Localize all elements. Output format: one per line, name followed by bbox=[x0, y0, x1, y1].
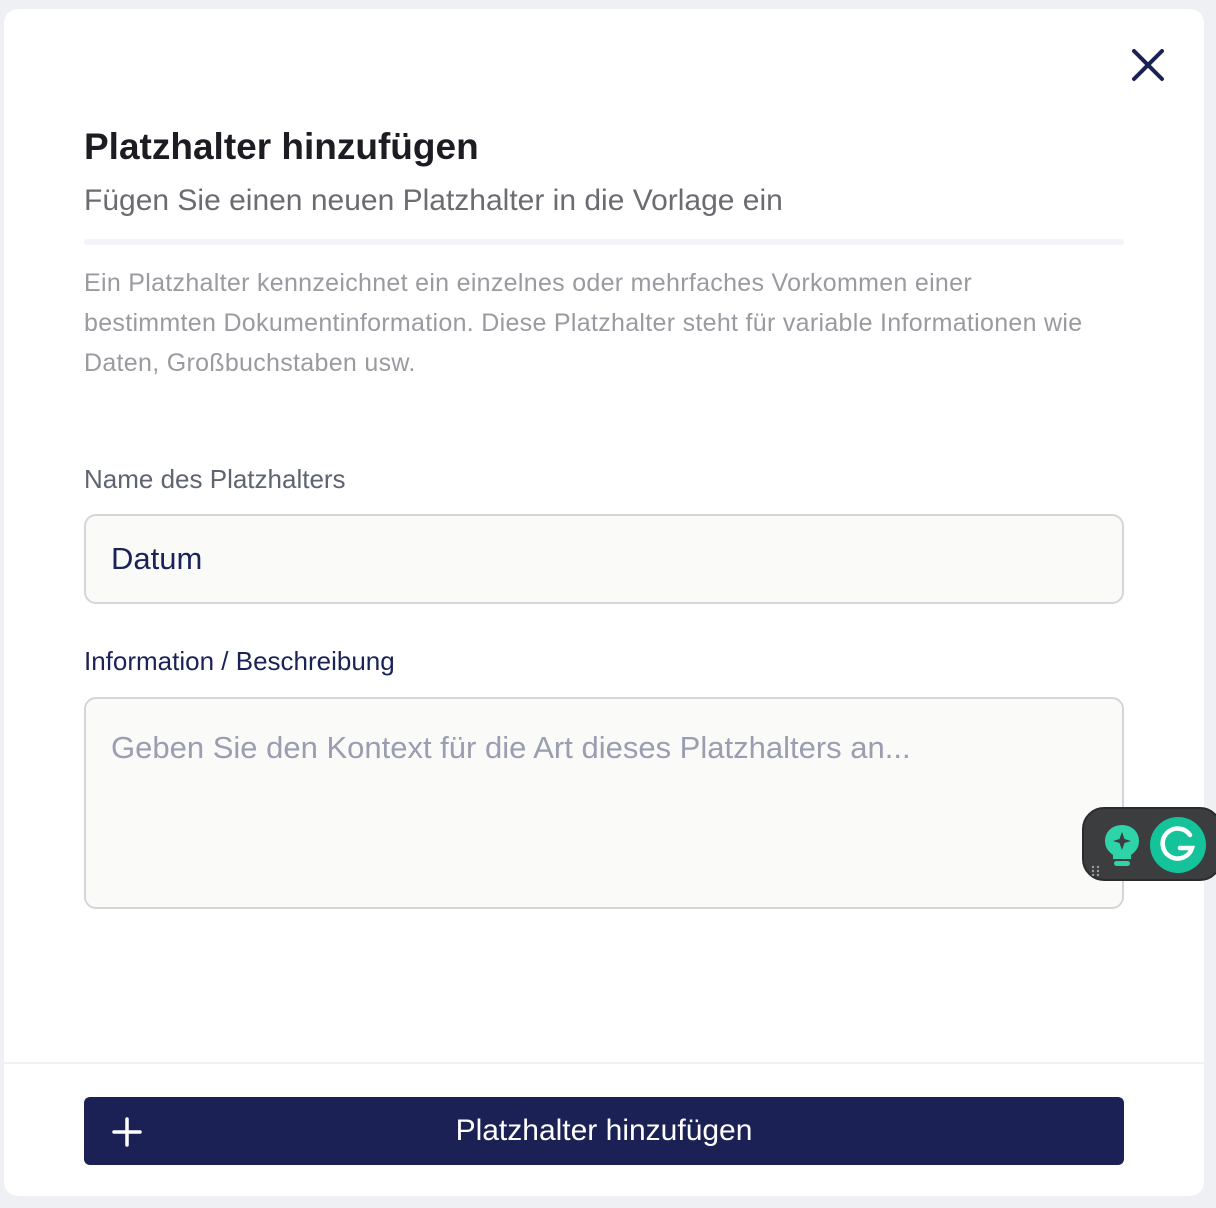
drag-handle-icon[interactable] bbox=[1091, 865, 1101, 877]
information-description-label: Information / Beschreibung bbox=[84, 646, 395, 676]
close-button[interactable] bbox=[1126, 43, 1170, 87]
add-placeholder-button-label: Platzhalter hinzufügen bbox=[455, 1114, 753, 1147]
information-description-textarea[interactable]: Geben Sie den Kontext für die Art dieses… bbox=[84, 697, 1124, 909]
dialog-description: Ein Platzhalter kennzeichnet ein einzeln… bbox=[84, 269, 1083, 377]
dialog-title: Platzhalter hinzufügen bbox=[84, 126, 479, 167]
close-icon bbox=[1132, 49, 1164, 81]
bulb-icon[interactable] bbox=[1102, 823, 1142, 869]
add-placeholder-button[interactable]: Platzhalter hinzufügen bbox=[84, 1097, 1124, 1165]
grammarly-logo-icon[interactable] bbox=[1150, 817, 1206, 873]
footer-divider bbox=[4, 1062, 1204, 1064]
textarea-placeholder: Geben Sie den Kontext für die Art dieses… bbox=[111, 730, 911, 765]
dialog-subtitle: Fügen Sie einen neuen Platzhalter in die… bbox=[84, 184, 783, 217]
grammarly-widget[interactable] bbox=[1082, 807, 1216, 881]
placeholder-name-label: Name des Platzhalters bbox=[84, 464, 346, 494]
header-divider bbox=[84, 239, 1124, 245]
add-placeholder-dialog: Platzhalter hinzufügen Fügen Sie einen n… bbox=[4, 9, 1204, 1196]
placeholder-name-input[interactable]: Datum bbox=[84, 514, 1124, 604]
